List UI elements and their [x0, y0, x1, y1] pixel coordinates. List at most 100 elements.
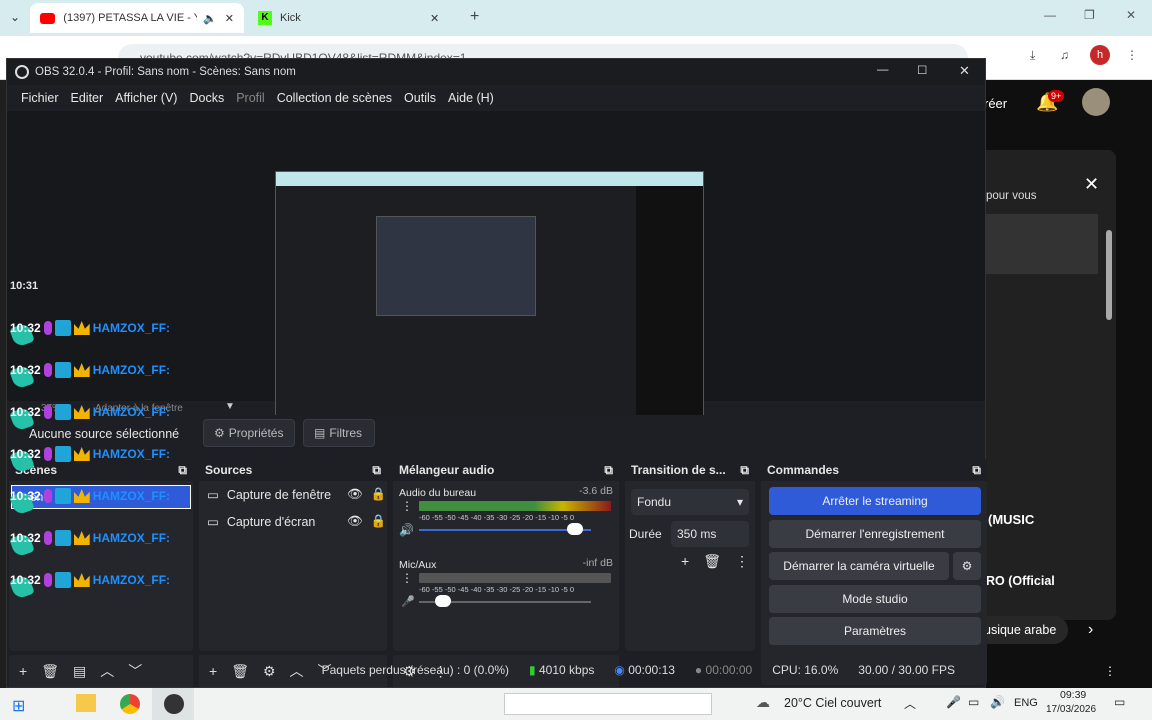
new-tab-icon[interactable]: + [470, 8, 479, 26]
virtual-camera-button[interactable]: Démarrer la caméra virtuelle [769, 552, 949, 580]
dock-title: Commandes [767, 463, 840, 477]
kebab-icon[interactable]: ⋮ [735, 553, 749, 570]
eye-icon[interactable]: 👁 [347, 514, 363, 529]
mic-muted-icon[interactable]: 🎤 [401, 595, 415, 608]
transition-select[interactable]: Fondu ▾ [631, 489, 749, 515]
studio-mode-button[interactable]: Mode studio [769, 585, 981, 613]
mic-badge-icon [43, 531, 52, 545]
duration-input[interactable]: 350 ms [671, 521, 749, 547]
menu-icon[interactable]: ⋮ [1126, 48, 1138, 62]
obs-taskbar-item[interactable] [152, 688, 194, 720]
volume-icon[interactable]: 🔊 [990, 695, 1005, 709]
taskbar-search-box[interactable] [504, 693, 712, 715]
crown-badge-icon [73, 489, 90, 503]
media-icon[interactable]: ♫ [1060, 48, 1069, 62]
kebab-icon[interactable]: ⋮ [401, 571, 413, 585]
language-indicator[interactable]: ENG [1014, 697, 1038, 709]
volume-slider-handle[interactable] [567, 523, 584, 535]
chat-message: 10:32 HAMZOX_FF: [10, 527, 170, 549]
trash-icon[interactable]: 🗑 [703, 553, 721, 570]
obs-status-bar: Paquets perdus (réseau) : 0 (0.0%) ▮ 401… [7, 657, 985, 683]
chrome-icon[interactable] [120, 694, 140, 714]
close-tab-icon[interactable]: ✕ [225, 12, 234, 25]
filters-button[interactable]: ▤ Filtres [303, 419, 375, 447]
clock-date[interactable]: 17/03/2026 [1046, 704, 1096, 715]
menu-file[interactable]: Fichier [15, 91, 65, 105]
source-item[interactable]: ▭ Capture de fenêtre 👁 🔒 [199, 481, 387, 508]
dock-title: Transition de s... [631, 463, 726, 477]
chevron-down-icon[interactable]: ▼ [225, 401, 235, 412]
volume-slider-handle[interactable] [434, 595, 451, 607]
browser-tab-bar: ⌄ (1397) PETASSA LA VIE - You 🔈 ✕ K Kick… [0, 0, 1152, 36]
moderator-badge-icon [54, 362, 71, 378]
chevron-down-icon: ▾ [736, 495, 743, 509]
speaker-icon[interactable]: 🔊 [399, 523, 414, 537]
chat-time: 10:32 [10, 489, 41, 503]
tab-list-chevron-icon[interactable]: ⌄ [10, 10, 20, 24]
menu-docks[interactable]: Docks [183, 91, 230, 105]
gear-icon[interactable]: ⚙ [953, 552, 981, 580]
maximize-icon[interactable]: ☐ [917, 63, 927, 77]
close-icon[interactable]: ✕ [959, 63, 970, 79]
speaker-icon[interactable]: 🔈 [203, 12, 217, 25]
close-window-icon[interactable]: ✕ [1126, 8, 1136, 22]
menu-profile[interactable]: Profil [230, 91, 270, 105]
volume-slider[interactable] [419, 529, 591, 531]
undock-icon[interactable]: ⧉ [372, 463, 381, 478]
lock-icon[interactable]: 🔒 [371, 514, 387, 529]
more-icon[interactable]: ⋮ [1104, 664, 1116, 678]
tab-youtube[interactable]: (1397) PETASSA LA VIE - You 🔈 ✕ [30, 3, 244, 33]
channel-db: -inf dB [582, 557, 613, 569]
monitor-icon: ▭ [207, 515, 219, 529]
close-tab-icon[interactable]: ✕ [430, 12, 439, 25]
undock-icon[interactable]: ⧉ [604, 463, 613, 478]
scrollbar[interactable] [1106, 230, 1112, 320]
menu-edit[interactable]: Editer [65, 91, 110, 105]
settings-button[interactable]: Paramètres [769, 617, 981, 645]
source-item[interactable]: ▭ Capture d'écran 👁 🔒 [199, 508, 387, 535]
close-icon[interactable]: ✕ [1084, 174, 1099, 195]
chat-overlay: 10:31 10:32 HAMZOX_FF: 10:32 HAMZOX_FF: 10… [0, 280, 200, 610]
menu-view[interactable]: Afficher (V) [109, 91, 183, 105]
crown-badge-icon [73, 363, 90, 377]
menu-tools[interactable]: Outils [398, 91, 442, 105]
chat-username: HAMZOX_FF: [92, 321, 171, 335]
playlist-item[interactable] [984, 214, 1098, 274]
undock-icon[interactable]: ⧉ [972, 463, 981, 478]
profile-avatar[interactable]: h [1090, 45, 1110, 65]
avatar[interactable] [1082, 88, 1110, 116]
stop-streaming-button[interactable]: Arrêter le streaming [769, 487, 981, 515]
tab-kick[interactable]: K Kick ✕ [248, 3, 464, 33]
menu-help[interactable]: Aide (H) [442, 91, 500, 105]
chip-music[interactable]: usique arabe [984, 616, 1068, 644]
weather[interactable]: 20°C Ciel couvert [784, 696, 881, 710]
download-icon[interactable]: ⤓ [1030, 48, 1035, 63]
menu-scene-collection[interactable]: Collection de scènes [271, 91, 398, 105]
chat-username: HAMZOX_FF: [92, 363, 171, 377]
minimize-icon[interactable]: — [877, 64, 889, 76]
kebab-icon[interactable]: ⋮ [401, 499, 413, 513]
start-recording-button[interactable]: Démarrer l'enregistrement [769, 520, 981, 548]
chevron-right-icon[interactable]: › [1088, 621, 1093, 639]
mic-icon[interactable]: 🎤 [946, 695, 961, 709]
playlist-item-title[interactable]: (MUSIC [988, 512, 1034, 527]
network-icon[interactable]: ▭ [968, 695, 979, 709]
clock-time[interactable]: 09:39 [1060, 689, 1086, 701]
add-icon[interactable]: + [681, 553, 689, 570]
create-button[interactable]: réer [984, 96, 1007, 111]
minimize-icon[interactable]: — [1044, 8, 1056, 22]
notification-icon[interactable]: ▭ [1114, 695, 1125, 709]
properties-button[interactable]: ⚙ Propriétés [203, 419, 295, 447]
lock-icon[interactable]: 🔒 [371, 487, 387, 502]
windows-start-icon[interactable]: ⊞ [12, 696, 25, 716]
panel-title: pour vous [986, 190, 1037, 202]
undock-icon[interactable]: ⧉ [740, 463, 749, 478]
eye-icon[interactable]: 👁 [347, 487, 363, 502]
stream-preview[interactable] [275, 171, 704, 438]
tray-chevron-icon[interactable]: ︿ [904, 695, 916, 712]
playlist-item-title[interactable]: RO (Official [986, 574, 1055, 588]
crown-badge-icon [73, 405, 90, 419]
file-explorer-icon[interactable] [76, 694, 96, 712]
restore-icon[interactable]: ❐ [1084, 8, 1095, 22]
preview-nested [376, 216, 536, 316]
